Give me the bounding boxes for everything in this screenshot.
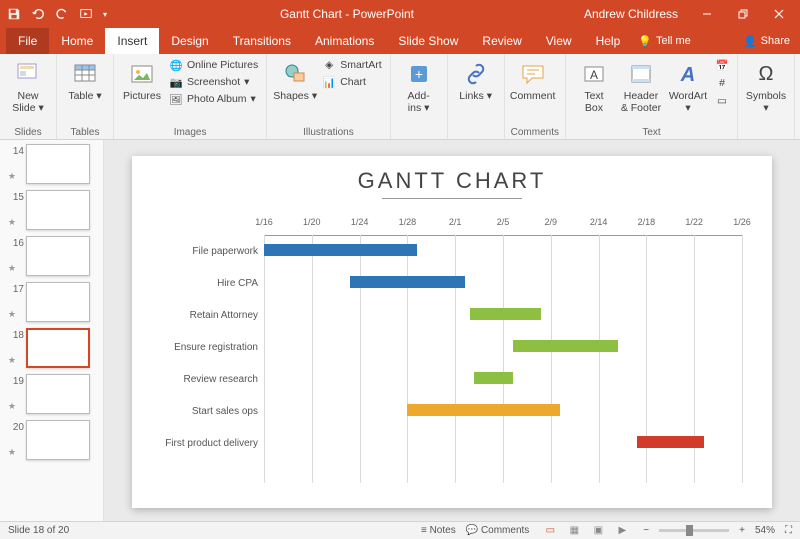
slide[interactable]: GANTT CHART 1/161/201/241/282/12/52/92/1… <box>132 156 772 508</box>
share-button[interactable]: 👤Share <box>743 28 790 54</box>
zoom-slider[interactable] <box>659 529 729 532</box>
window-title: Gantt Chart - PowerPoint <box>110 7 584 21</box>
gantt-row: Review research <box>264 367 742 399</box>
menu-bar: FileHomeInsertDesignTransitionsAnimation… <box>0 28 800 54</box>
sorter-view-icon[interactable]: ▦ <box>563 524 585 538</box>
lightbulb-icon: 💡 <box>638 35 652 48</box>
slide-thumbnail-panel[interactable]: 14★15★16★17★18★19★20★ <box>0 140 104 521</box>
svg-text:+: + <box>415 66 423 82</box>
slide-thumbnail[interactable] <box>26 282 90 322</box>
gantt-row: File paperwork <box>264 239 742 271</box>
slideshow-view-icon[interactable]: ▶ <box>611 524 633 538</box>
menu-design[interactable]: Design <box>159 28 220 54</box>
date-time-button[interactable]: 📅 <box>713 57 731 73</box>
menu-insert[interactable]: Insert <box>105 28 159 54</box>
addins-button[interactable]: +Add- ins ▾ <box>397 57 441 114</box>
fit-to-window-icon[interactable]: ⛶ <box>785 525 792 536</box>
pictures-button[interactable]: Pictures <box>120 57 164 103</box>
slide-counter[interactable]: Slide 18 of 20 <box>8 525 69 536</box>
object-button[interactable]: ▭ <box>713 93 731 109</box>
title-bar: ▾ Gantt Chart - PowerPoint Andrew Childr… <box>0 0 800 28</box>
gantt-bar <box>264 244 417 256</box>
symbols-button[interactable]: ΩSymbols ▾ <box>744 57 788 114</box>
menu-animations[interactable]: Animations <box>303 28 386 54</box>
comments-button[interactable]: 💬 Comments <box>466 525 530 536</box>
save-icon[interactable] <box>4 4 24 24</box>
slide-thumbnail[interactable] <box>26 374 90 414</box>
gantt-bar <box>513 340 618 352</box>
table-button[interactable]: Table ▾ <box>63 57 107 103</box>
user-name[interactable]: Andrew Childress <box>584 7 678 21</box>
links-button[interactable]: Links ▾ <box>454 57 498 103</box>
new-slide-button[interactable]: New Slide ▾ <box>6 57 50 114</box>
menu-help[interactable]: Help <box>584 28 633 54</box>
workspace: 14★15★16★17★18★19★20★ GANTT CHART 1/161/… <box>0 140 800 521</box>
screenshot-button[interactable]: 📷Screenshot ▾ <box>167 74 260 90</box>
quick-access-toolbar: ▾ <box>4 4 110 24</box>
slide-number-button[interactable]: # <box>713 75 731 91</box>
text-box-button[interactable]: AText Box <box>572 57 616 114</box>
online-pictures-button[interactable]: 🌐Online Pictures <box>167 57 260 73</box>
undo-icon[interactable] <box>28 4 48 24</box>
gantt-bar <box>474 372 512 384</box>
wordart-button[interactable]: AWordArt ▾ <box>666 57 710 114</box>
zoom-out-icon[interactable]: − <box>643 525 649 536</box>
smartart-button[interactable]: ◈SmartArt <box>320 57 383 73</box>
gantt-row: Retain Attorney <box>264 303 742 335</box>
qat-customize-icon[interactable]: ▾ <box>100 4 110 24</box>
svg-text:A: A <box>590 68 598 82</box>
slide-canvas-area[interactable]: GANTT CHART 1/161/201/241/282/12/52/92/1… <box>104 140 800 521</box>
normal-view-icon[interactable]: ▭ <box>539 524 561 538</box>
zoom-level[interactable]: 54% <box>755 525 775 536</box>
gantt-bar <box>407 404 560 416</box>
zoom-in-icon[interactable]: + <box>739 525 745 536</box>
gantt-row: Ensure registration <box>264 335 742 367</box>
menu-file[interactable]: File <box>6 28 49 54</box>
status-bar: Slide 18 of 20 ≡ Notes 💬 Comments ▭ ▦ ▣ … <box>0 521 800 539</box>
view-buttons: ▭ ▦ ▣ ▶ <box>539 524 633 538</box>
menu-slide-show[interactable]: Slide Show <box>386 28 470 54</box>
gantt-bar <box>350 276 465 288</box>
menu-view[interactable]: View <box>534 28 584 54</box>
shapes-button[interactable]: Shapes ▾ <box>273 57 317 103</box>
slide-thumbnail[interactable] <box>26 144 90 184</box>
slide-thumbnail[interactable] <box>26 328 90 368</box>
slide-thumbnail[interactable] <box>26 190 90 230</box>
minimize-icon[interactable] <box>690 0 724 28</box>
restore-icon[interactable] <box>726 0 760 28</box>
chart-button[interactable]: 📊Chart <box>320 74 383 90</box>
share-icon: 👤 <box>743 35 757 48</box>
gantt-row: First product delivery <box>264 431 742 463</box>
reading-view-icon[interactable]: ▣ <box>587 524 609 538</box>
tell-me[interactable]: 💡Tell me <box>638 28 691 54</box>
menu-review[interactable]: Review <box>470 28 533 54</box>
ribbon: New Slide ▾ Slides Table ▾ Tables Pictur… <box>0 54 800 140</box>
comment-button[interactable]: Comment <box>511 57 555 103</box>
menu-home[interactable]: Home <box>49 28 105 54</box>
redo-icon[interactable] <box>52 4 72 24</box>
gantt-bar <box>637 436 704 448</box>
gantt-bar <box>470 308 542 320</box>
photo-album-button[interactable]: 🖼Photo Album ▾ <box>167 91 260 107</box>
gantt-chart: 1/161/201/241/282/12/52/92/142/181/221/2… <box>264 217 742 487</box>
header-footer-button[interactable]: Header & Footer <box>619 57 663 114</box>
close-icon[interactable] <box>762 0 796 28</box>
gantt-row: Start sales ops <box>264 399 742 431</box>
gantt-row: Hire CPA <box>264 271 742 303</box>
notes-button[interactable]: ≡ Notes <box>421 525 456 536</box>
start-from-beginning-icon[interactable] <box>76 4 96 24</box>
chart-title: GANTT CHART <box>154 168 750 194</box>
slide-thumbnail[interactable] <box>26 236 90 276</box>
svg-text:A: A <box>680 64 695 86</box>
menu-transitions[interactable]: Transitions <box>221 28 303 54</box>
slide-thumbnail[interactable] <box>26 420 90 460</box>
